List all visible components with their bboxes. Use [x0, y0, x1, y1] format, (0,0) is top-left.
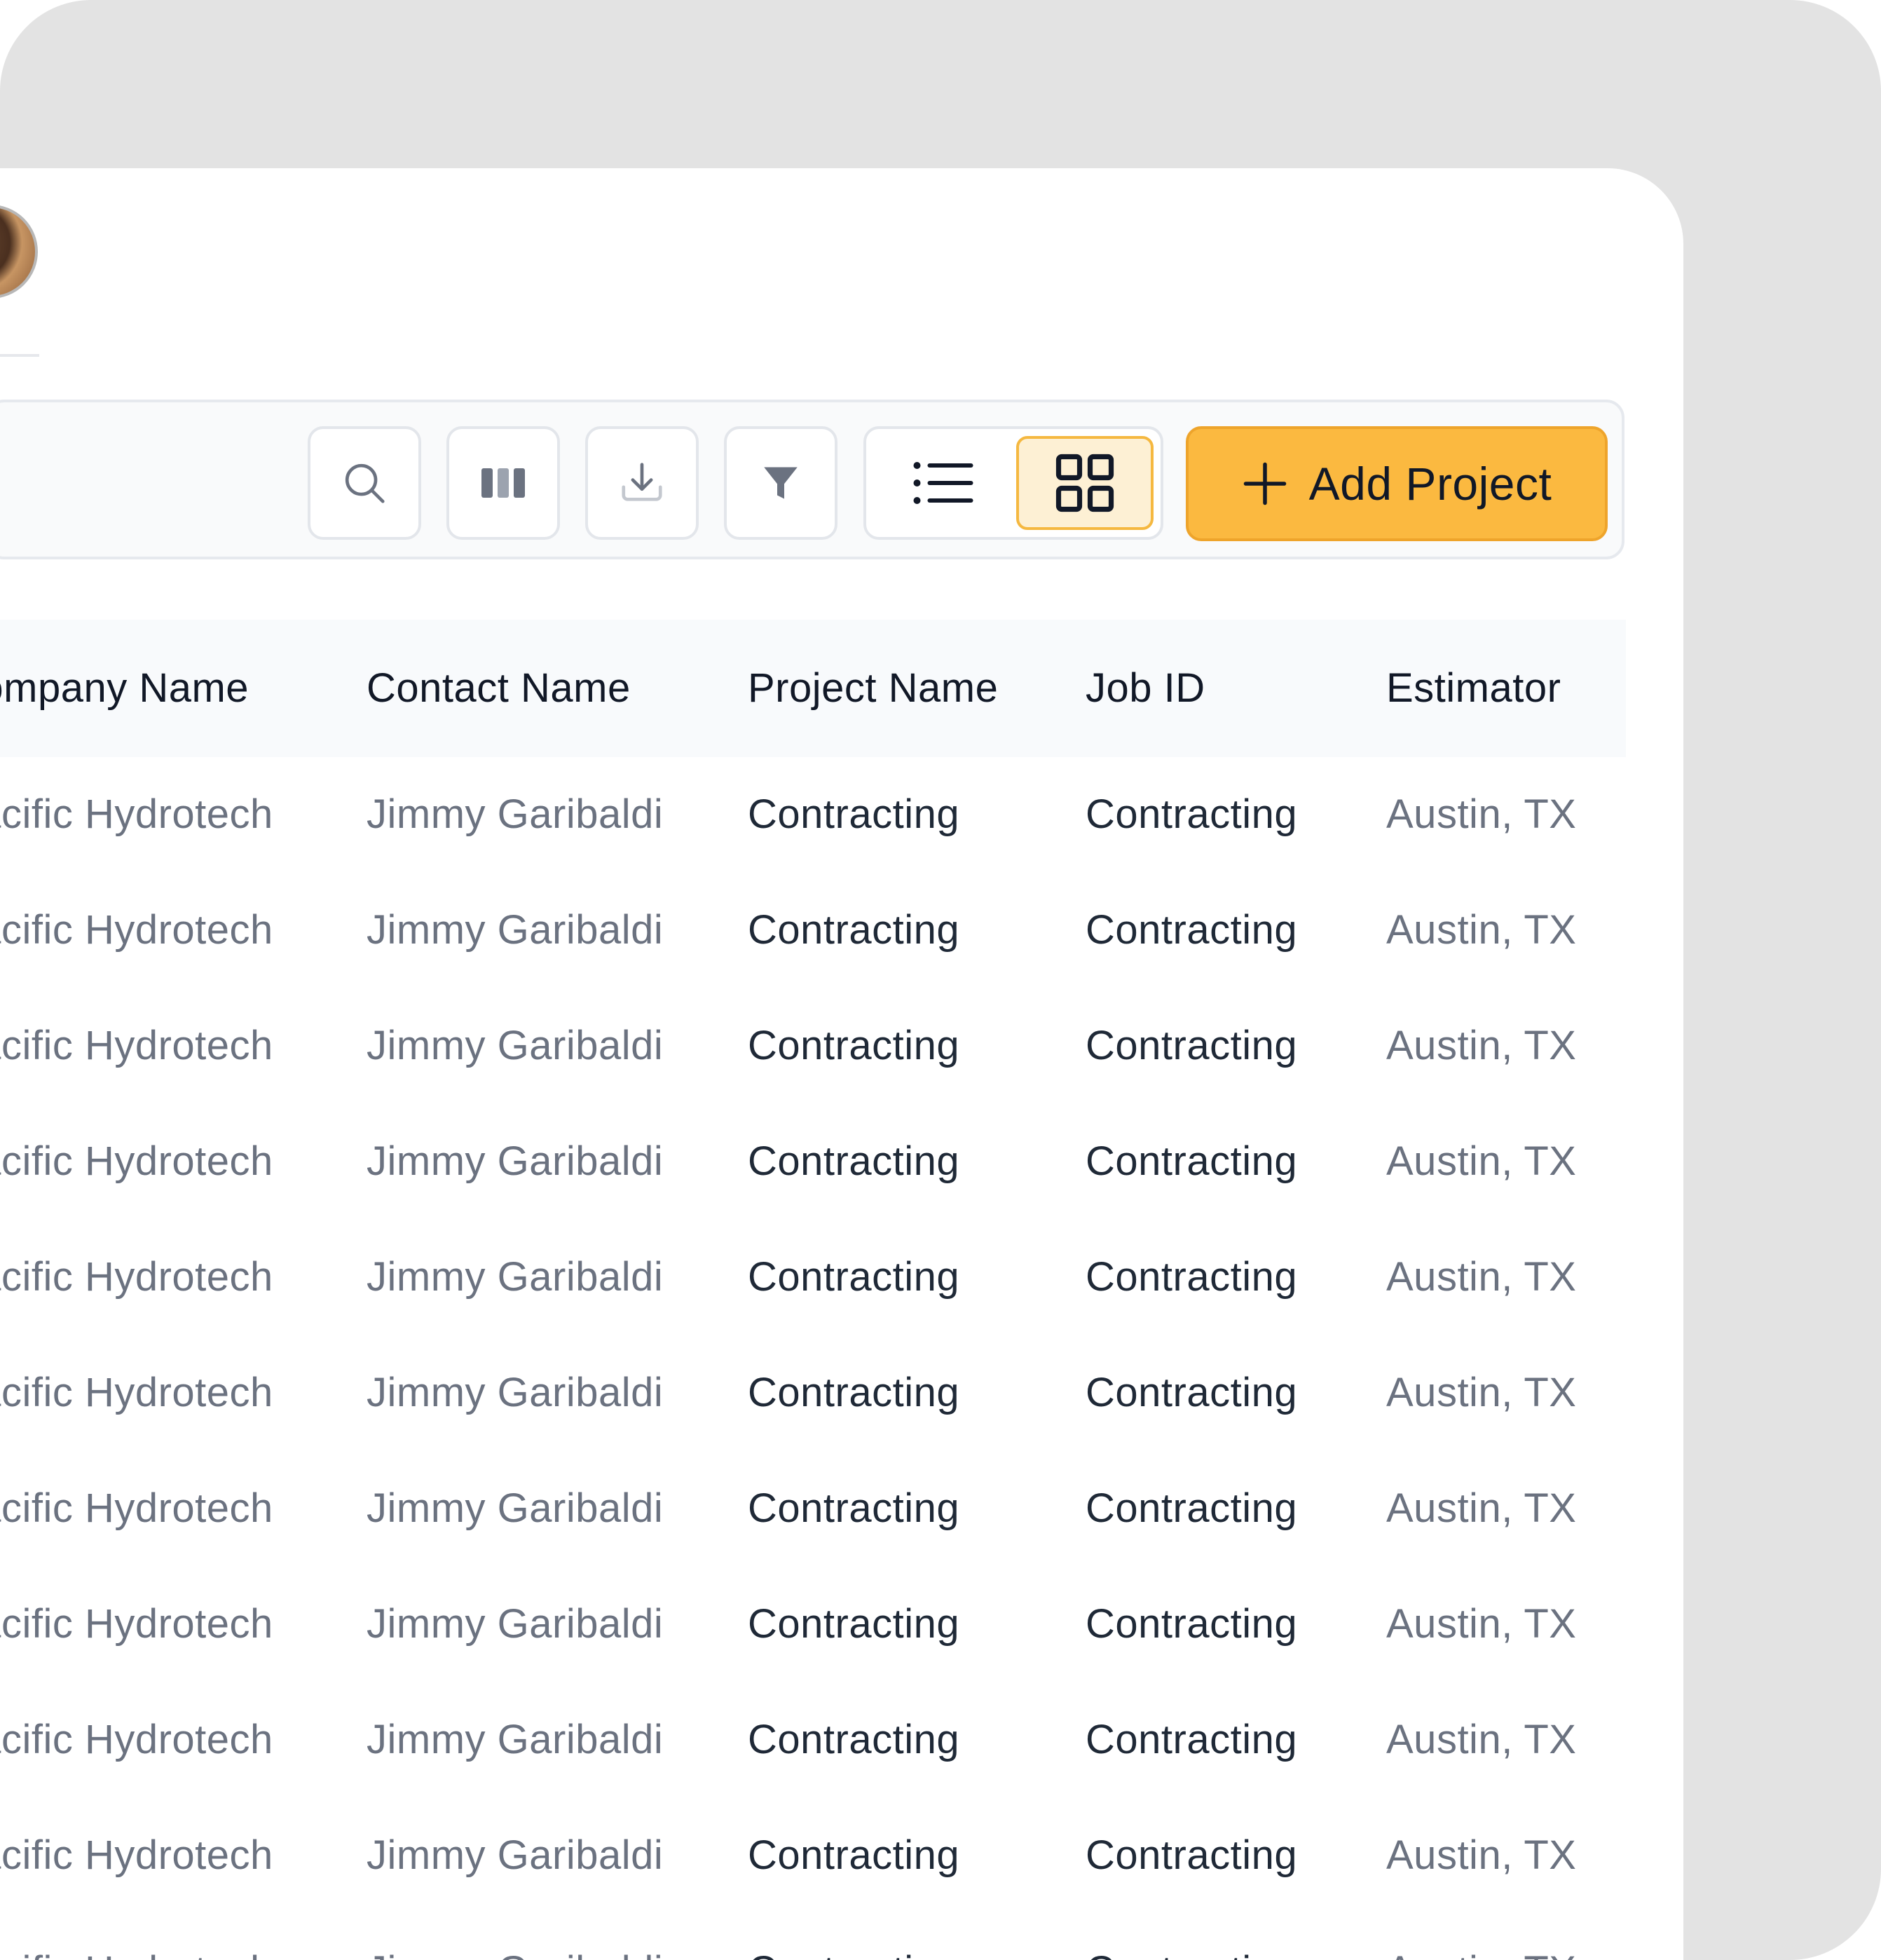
cell-job-id: Contracting	[1086, 1832, 1298, 1878]
header-job-id[interactable]: Job ID	[1086, 620, 1205, 757]
cell-company-name: Pacific Hydrotech	[0, 1254, 273, 1300]
cell-contact-name: Jimmy Garibaldi	[367, 1138, 664, 1184]
cell-contact-name: Jimmy Garibaldi	[367, 1601, 664, 1647]
search-button[interactable]	[308, 426, 421, 540]
cell-project-name: Contracting	[748, 1717, 960, 1762]
list-view-button[interactable]	[875, 436, 1012, 530]
header-project-name[interactable]: Project Name	[748, 620, 998, 757]
cell-company-name: Pacific Hydrotech	[0, 1832, 273, 1878]
cell-estimator: Austin, TX	[1386, 1254, 1577, 1300]
cell-estimator: Austin, TX	[1386, 907, 1577, 953]
table-row[interactable]: Pacific Hydrotech Jimmy Garibaldi Contract…	[0, 1103, 1626, 1219]
download-icon	[622, 463, 662, 501]
cell-estimator: Austin, TX	[1386, 791, 1577, 837]
filter-button[interactable]	[724, 426, 837, 540]
cell-job-id: Contracting	[1086, 1023, 1298, 1068]
cell-job-id: Contracting	[1086, 1601, 1298, 1647]
cell-project-name: Contracting	[748, 1138, 960, 1184]
cell-contact-name: Jimmy Garibaldi	[367, 1832, 664, 1878]
cell-contact-name: Jimmy Garibaldi	[367, 1370, 664, 1415]
cell-estimator: Austin, TX	[1386, 1601, 1577, 1647]
table-row[interactable]: Pacific Hydrotech Jimmy Garibaldi Contract…	[0, 1682, 1626, 1797]
table-row[interactable]: Pacific Hydrotech Jimmy Garibaldi Contract…	[0, 1566, 1626, 1682]
cell-estimator: Austin, TX	[1386, 1913, 1577, 1960]
header-divider	[0, 354, 39, 357]
cell-company-name: Pacific Hydrotech	[0, 1913, 273, 1960]
cell-company-name: Pacific Hydrotech	[0, 1601, 273, 1647]
plus-icon	[1243, 462, 1286, 505]
cell-contact-name: Jimmy Garibaldi	[367, 1485, 664, 1531]
cell-project-name: Contracting	[748, 1832, 960, 1878]
table-row[interactable]: Pacific Hydrotech Jimmy Garibaldi Contract…	[0, 1219, 1626, 1335]
cell-job-id: Contracting	[1086, 1717, 1298, 1762]
table-row[interactable]: Pacific Hydrotech Jimmy Garibaldi Contract…	[0, 1797, 1626, 1913]
cell-company-name: Pacific Hydrotech	[0, 1138, 273, 1184]
cell-project-name: Contracting	[748, 1370, 960, 1415]
header-estimator[interactable]: Estimator	[1386, 620, 1561, 757]
cell-project-name: Contracting	[748, 791, 960, 837]
table-row[interactable]: Pacific Hydrotech Jimmy Garibaldi Contract…	[0, 756, 1626, 872]
header-contact-name[interactable]: Contact Name	[367, 620, 631, 757]
cell-project-name: Contracting	[748, 1023, 960, 1068]
cell-estimator: Austin, TX	[1386, 1138, 1577, 1184]
download-button[interactable]	[585, 426, 699, 540]
cell-estimator: Austin, TX	[1386, 1832, 1577, 1878]
cell-contact-name: Jimmy Garibaldi	[367, 1717, 664, 1762]
header-company-name[interactable]: Company Name	[0, 620, 249, 757]
cell-contact-name: Jimmy Garibaldi	[367, 791, 664, 837]
table-toolbar: Add Project	[0, 400, 1624, 559]
cell-estimator: Austin, TX	[1386, 1370, 1577, 1415]
cell-project-name: Contracting	[748, 1485, 960, 1531]
app-frame: Add Project Company Name Contact Name Pr…	[0, 0, 1881, 1960]
cell-job-id: Contracting	[1086, 907, 1298, 953]
columns-icon	[481, 468, 525, 498]
cell-project-name: Contracting	[748, 1254, 960, 1300]
table-row[interactable]: Pacific Hydrotech Jimmy Garibaldi Contract…	[0, 988, 1626, 1103]
cell-project-name: Contracting	[748, 1601, 960, 1647]
cell-contact-name: Jimmy Garibaldi	[367, 907, 664, 953]
list-view-icon	[913, 462, 973, 504]
cell-job-id: Contracting	[1086, 1485, 1298, 1531]
grid-view-button[interactable]	[1016, 436, 1154, 530]
table-row[interactable]: Pacific Hydrotech Jimmy Garibaldi Contract…	[0, 1913, 1626, 1960]
table-row[interactable]: Pacific Hydrotech Jimmy Garibaldi Contract…	[0, 1450, 1626, 1566]
cell-job-id: Contracting	[1086, 1138, 1298, 1184]
cell-estimator: Austin, TX	[1386, 1717, 1577, 1762]
view-toggle	[863, 426, 1163, 540]
cell-job-id: Contracting	[1086, 1370, 1298, 1415]
cell-project-name: Contracting	[748, 907, 960, 953]
search-icon	[345, 463, 385, 503]
cell-contact-name: Jimmy Garibaldi	[367, 1254, 664, 1300]
cell-company-name: Pacific Hydrotech	[0, 1717, 273, 1762]
cell-company-name: Pacific Hydrotech	[0, 1023, 273, 1068]
cell-contact-name: Jimmy Garibaldi	[367, 1023, 664, 1068]
cell-company-name: Pacific Hydrotech	[0, 1370, 273, 1415]
main-card: Add Project Company Name Contact Name Pr…	[0, 168, 1683, 1960]
filter-icon	[764, 467, 798, 499]
cell-job-id: Contracting	[1086, 1913, 1297, 1960]
columns-button[interactable]	[446, 426, 560, 540]
grid-view-icon	[1055, 454, 1114, 512]
cell-estimator: Austin, TX	[1386, 1023, 1577, 1068]
add-project-button[interactable]: Add Project	[1186, 426, 1608, 541]
add-project-label: Add Project	[1308, 458, 1552, 510]
cell-project-name: Contracting	[748, 1913, 959, 1960]
cell-company-name: Pacific Hydrotech	[0, 907, 273, 953]
table-header: Company Name Contact Name Project Name J…	[0, 620, 1626, 757]
cell-company-name: Pacific Hydrotech	[0, 1485, 273, 1531]
cell-job-id: Contracting	[1086, 1254, 1298, 1300]
table-row[interactable]: Pacific Hydrotech Jimmy Garibaldi Contract…	[0, 1335, 1626, 1450]
cell-estimator: Austin, TX	[1386, 1485, 1577, 1531]
cell-contact-name: Jimmy Garibaldi	[367, 1913, 663, 1960]
table-row[interactable]: Pacific Hydrotech Jimmy Garibaldi Contract…	[0, 872, 1626, 988]
user-avatar[interactable]	[0, 205, 38, 299]
cell-company-name: Pacific Hydrotech	[0, 791, 273, 837]
cell-job-id: Contracting	[1086, 791, 1298, 837]
